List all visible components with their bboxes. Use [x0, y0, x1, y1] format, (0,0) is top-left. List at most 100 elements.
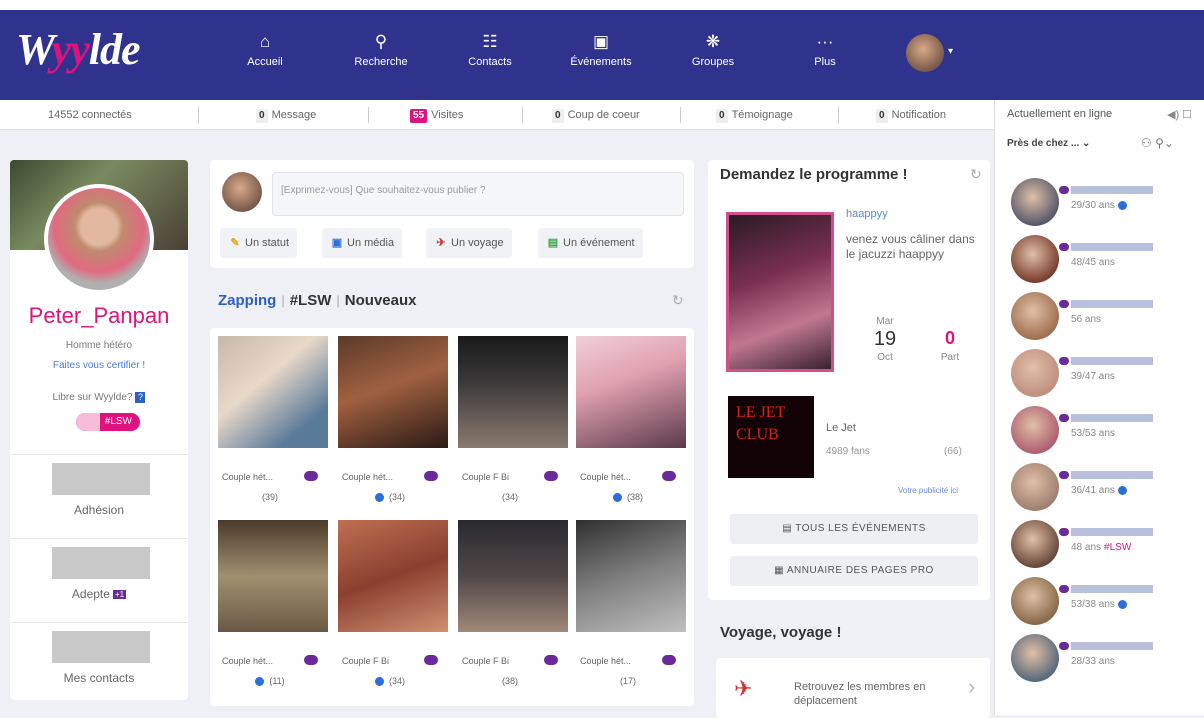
tile-photo[interactable] — [338, 520, 448, 632]
tile-photo[interactable] — [458, 336, 568, 448]
chevron-right-icon[interactable]: › — [968, 674, 975, 700]
visits-stat[interactable]: 55 Visites — [410, 100, 463, 130]
media-button[interactable]: ▣ Un média — [322, 228, 403, 258]
user-avatar — [1011, 178, 1059, 226]
nav-plus[interactable]: ··· Plus — [780, 30, 870, 68]
temoignage-stat[interactable]: 0 Témoignage — [716, 100, 793, 130]
contacts-icon: ☷ — [482, 32, 498, 51]
tile-photo[interactable] — [218, 520, 328, 632]
profile-tile[interactable]: Couple hét... (11) — [218, 520, 328, 696]
calendar-icon: ▣ — [592, 32, 610, 51]
club-name[interactable]: Le Jet — [826, 422, 856, 434]
filter-search-icon[interactable]: ⚇ ⚲⌄ — [1141, 136, 1174, 150]
event-date: 19 — [873, 328, 897, 350]
club-image[interactable]: LE JET CLUB — [728, 396, 814, 478]
certify-link[interactable]: Faites vous certifier ! — [10, 360, 188, 371]
online-user[interactable]: 36/41 ans — [1011, 463, 1201, 515]
online-user[interactable]: 53/38 ans — [1011, 577, 1201, 629]
nav-groupes[interactable]: ❋ Groupes — [668, 30, 758, 68]
tile-photo[interactable] — [576, 520, 686, 632]
user-avatar — [1011, 634, 1059, 682]
user-age: 53/38 ans — [1071, 599, 1130, 610]
online-user[interactable]: 29/30 ans — [1011, 178, 1201, 230]
coup-de-coeur-stat[interactable]: 0 Coup de coeur — [552, 100, 640, 130]
tile-photo[interactable] — [218, 336, 328, 448]
directory-icon: ▦ — [774, 565, 787, 576]
tab-lsw[interactable]: #LSW — [290, 292, 332, 309]
pencil-icon: ✎ — [230, 237, 240, 249]
tile-photo[interactable] — [338, 336, 448, 448]
profile-tile[interactable]: Couple hét... (39) — [218, 336, 328, 512]
tab-zapping[interactable]: Zapping — [218, 292, 276, 309]
refresh-icon[interactable]: ↻ — [672, 292, 684, 309]
ad-link[interactable]: Votre publicité ici — [898, 486, 958, 495]
couple-icon — [662, 471, 676, 481]
online-user[interactable]: 39/47 ans — [1011, 349, 1201, 401]
profile-tile[interactable]: Couple F Bi (34) — [458, 336, 568, 512]
participants-count: 0 — [944, 328, 955, 348]
nav-evenements[interactable]: ▣ Événements — [556, 30, 646, 68]
tile-photo[interactable] — [458, 520, 568, 632]
voyage-card[interactable]: ✈ Retrouvez les membres en déplacement › — [716, 658, 990, 718]
zapping-tabs: Zapping | #LSW | Nouveaux — [218, 292, 417, 309]
event-image[interactable] — [726, 212, 834, 372]
messages-stat[interactable]: 0 Message — [256, 100, 316, 130]
participants-label: Part — [940, 352, 960, 363]
club-count: (66) — [944, 446, 962, 457]
post-input[interactable]: [Exprimez-vous] Que souhaitez-vous publi… — [272, 172, 684, 216]
adhesion-block[interactable]: Adhésion — [10, 454, 188, 530]
refresh-icon[interactable]: ↻ — [970, 166, 982, 183]
event-button[interactable]: ▤ Un événement — [538, 228, 643, 258]
help-icon[interactable]: ? — [135, 392, 146, 403]
event-description: venez vous câliner dans le jacuzzi haapp… — [846, 232, 975, 261]
tab-nouveaux[interactable]: Nouveaux — [345, 292, 417, 309]
user-avatar-menu[interactable] — [906, 34, 944, 72]
profile-tile[interactable]: Couple F Bi (38) — [458, 520, 568, 696]
profile-subtitle: Homme hétéro — [65, 340, 133, 351]
plane-icon: ✈ — [734, 676, 753, 701]
couple-icon — [304, 471, 318, 481]
lsw-toggle[interactable]: #LSW — [76, 413, 140, 431]
nav-recherche[interactable]: ⚲ Recherche — [336, 30, 426, 68]
event-name[interactable]: haappyy — [846, 208, 888, 220]
user-name — [1059, 642, 1153, 650]
nav-accueil[interactable]: ⌂ Accueil — [220, 30, 310, 68]
chevron-down-icon[interactable]: ▾ — [948, 46, 953, 57]
mes-contacts-block[interactable]: Mes contacts — [10, 622, 188, 698]
tile-photo[interactable] — [576, 336, 686, 448]
status-button[interactable]: ✎ Un statut — [220, 228, 298, 258]
sound-icon[interactable]: ◀) ☐ — [1167, 108, 1192, 121]
notification-stat[interactable]: 0 Notification — [876, 100, 946, 130]
profile-tile[interactable]: Couple F Bi (34) — [338, 520, 448, 696]
groups-icon: ❋ — [705, 32, 721, 51]
online-user[interactable]: 48 ans #LSW — [1011, 520, 1201, 572]
more-icon: ··· — [816, 32, 834, 51]
top-navbar: Wyylde ⌂ Accueil ⚲ Recherche ☷ Contacts ▣ Év… — [0, 0, 1204, 100]
couple-icon — [424, 655, 438, 665]
online-user[interactable]: 28/33 ans — [1011, 634, 1201, 686]
online-user[interactable]: 48/45 ans — [1011, 235, 1201, 287]
all-events-button[interactable]: ▤ TOUS LES ÉVÉNEMENTS — [730, 514, 978, 544]
online-user[interactable]: 53/53 ans — [1011, 406, 1201, 458]
online-user[interactable]: 56 ans — [1011, 292, 1201, 344]
profile-name[interactable]: Peter_Panpan — [10, 303, 188, 329]
profile-tile[interactable]: Couple hét... (38) — [576, 336, 686, 512]
user-age: 28/33 ans — [1071, 656, 1115, 667]
profile-avatar[interactable] — [44, 184, 154, 294]
user-name — [1059, 414, 1153, 422]
nav-contacts[interactable]: ☷ Contacts — [445, 30, 535, 68]
verified-icon — [1117, 485, 1127, 495]
online-count: 14552 connectés — [48, 109, 132, 121]
profile-tile[interactable]: Couple hét... (17) — [576, 520, 686, 696]
libre-text: Libre sur Wyylde?? — [10, 392, 188, 403]
pro-directory-button[interactable]: ▦ ANNUAIRE DES PAGES PRO — [730, 556, 978, 586]
user-age: 48 ans #LSW — [1071, 542, 1132, 553]
profile-tile[interactable]: Couple hét... (34) — [338, 336, 448, 512]
user-name — [1059, 357, 1153, 365]
online-dot-icon — [374, 493, 384, 503]
wyylde-logo[interactable]: Wyylde — [16, 24, 141, 75]
adepte-block[interactable]: Adepte +1 — [10, 538, 188, 614]
voyage-button[interactable]: ✈ Un voyage — [426, 228, 512, 258]
user-age: 39/47 ans — [1071, 371, 1115, 382]
location-filter[interactable]: Près de chez ... ⌄ — [1007, 138, 1090, 149]
